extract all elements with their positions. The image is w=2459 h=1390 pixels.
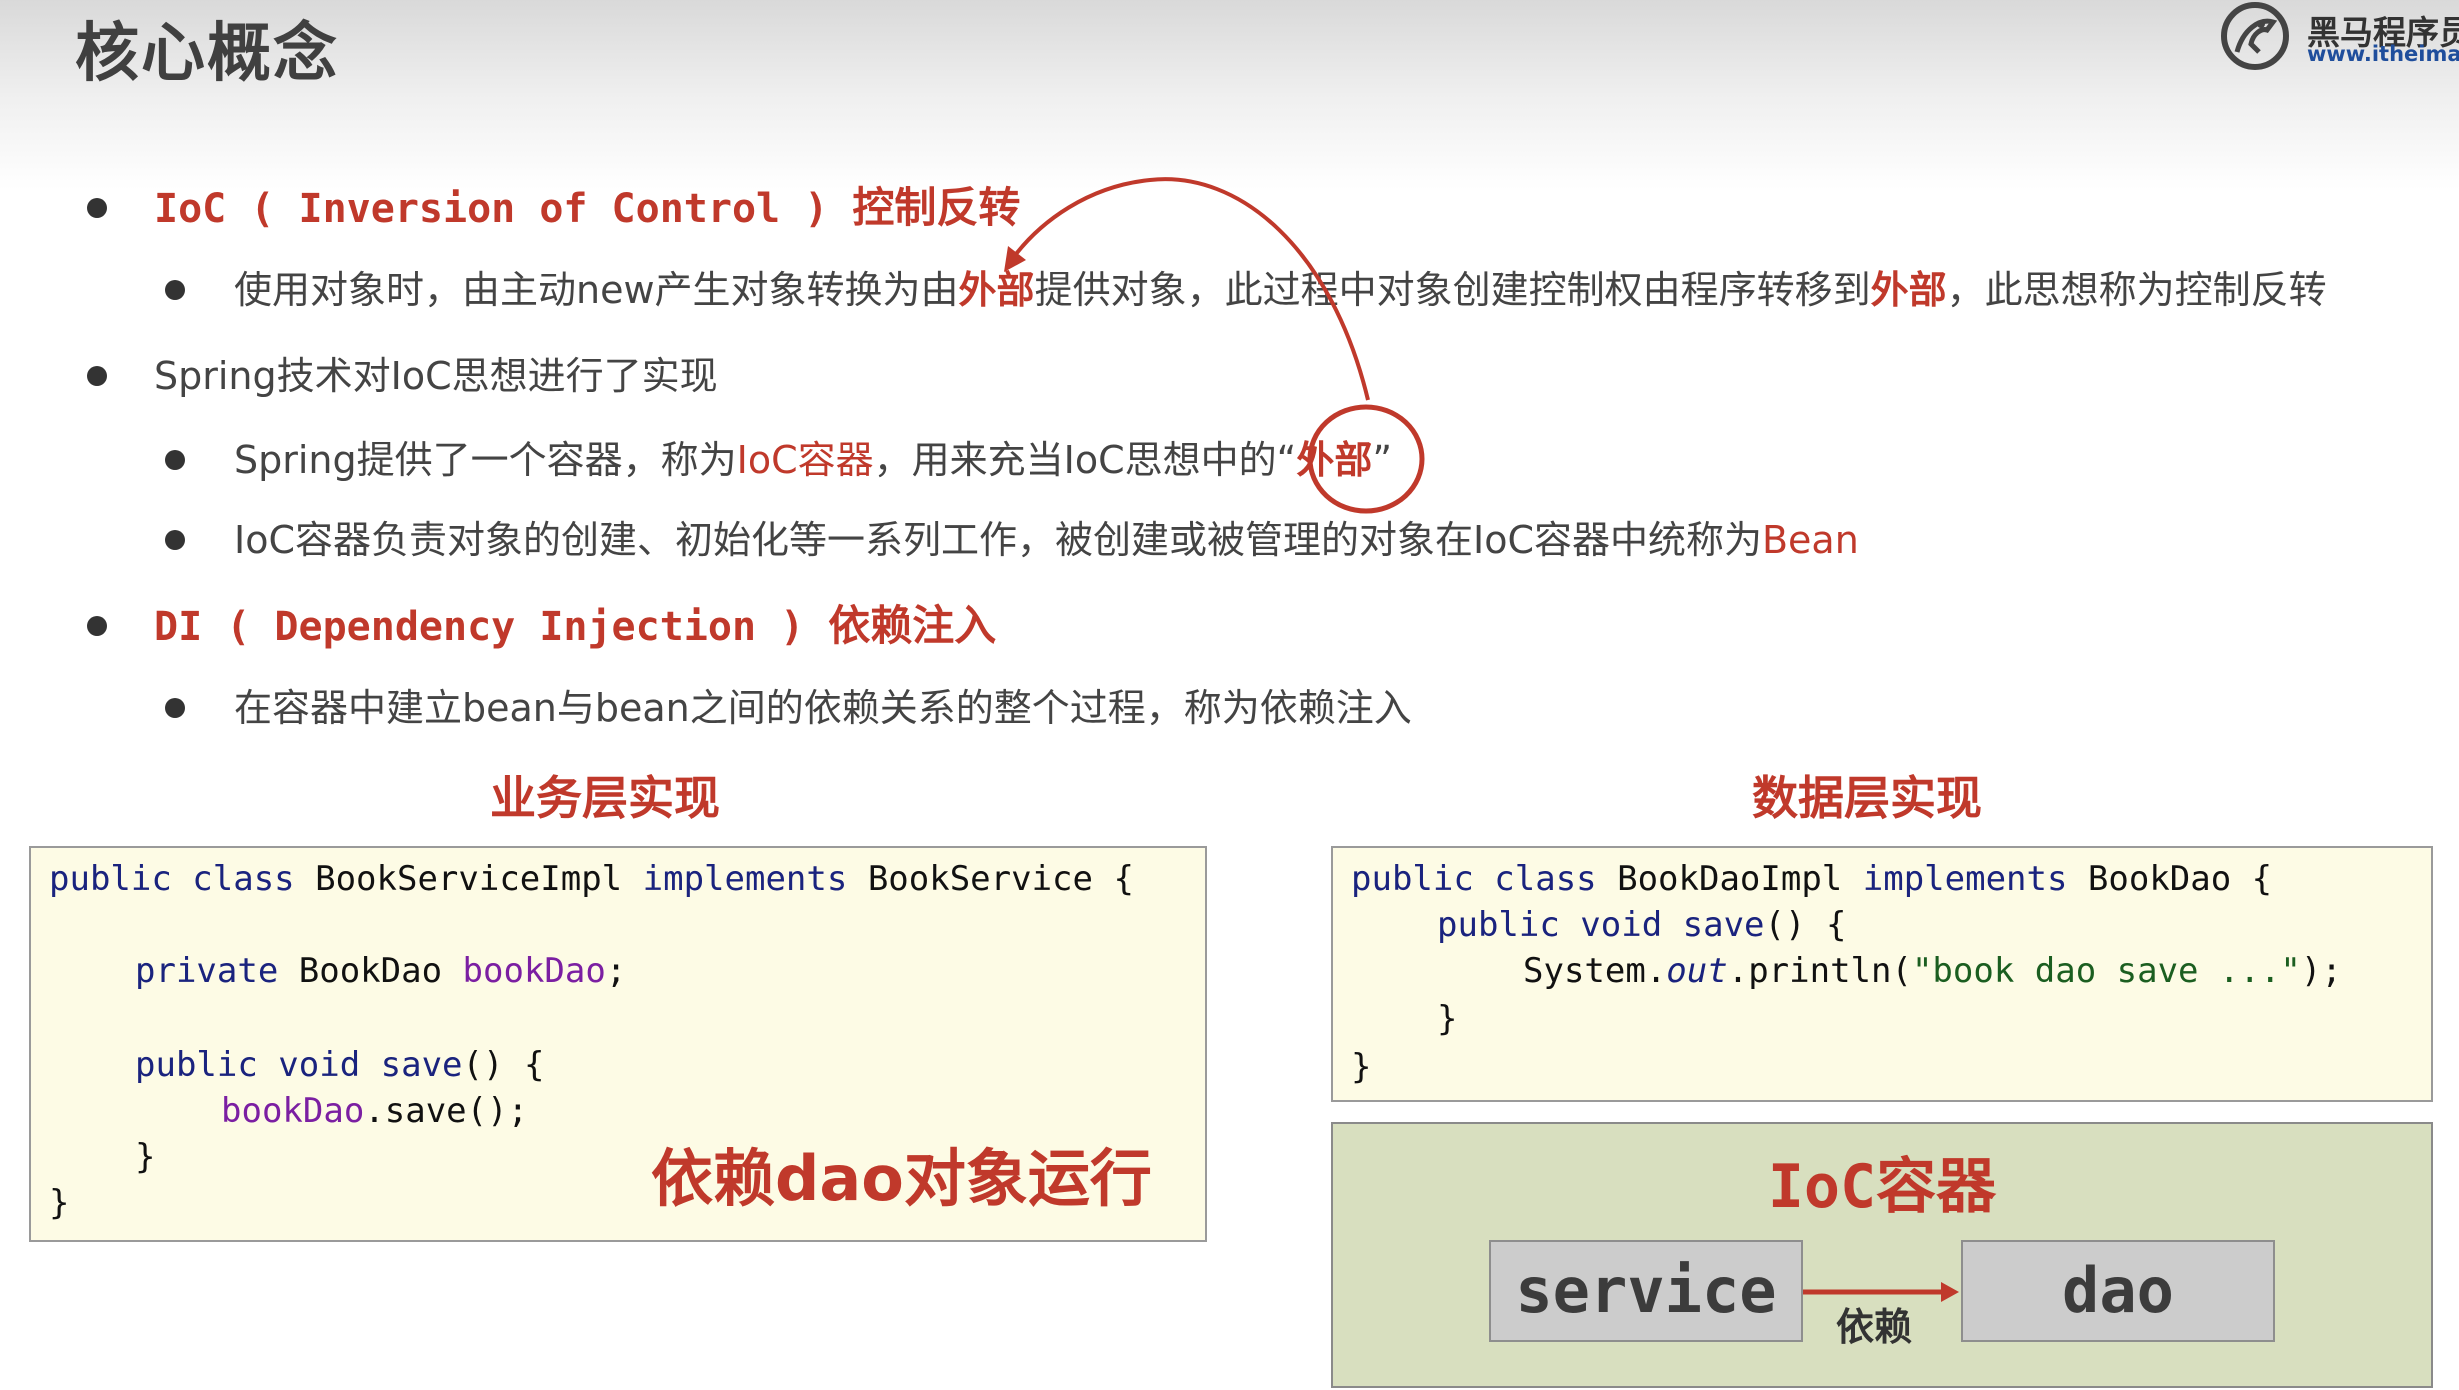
bullet-spring-bean: IoC容器负责对象的创建、初始化等一系列工作，被创建或被管理的对象在IoC容器中… — [165, 516, 1859, 564]
dao-section-title: 数据层实现 — [1752, 771, 1982, 825]
header-band — [0, 0, 2459, 190]
bullet-dot — [165, 450, 185, 470]
code-line: public void save() { — [1437, 905, 1847, 945]
spring-heading: Spring技术对IoC思想进行了实现 — [154, 354, 718, 398]
di-description: 在容器中建立bean与bean之间的依赖关系的整个过程，称为依赖注入 — [234, 686, 1412, 730]
ioc-desc-outer: 外部 — [958, 268, 1035, 312]
code-line: public class BookDaoImpl implements Book… — [1351, 859, 2273, 899]
spring-sub-text: ” — [1372, 438, 1393, 482]
bullet-dot — [87, 198, 107, 218]
bullet-di-description: 在容器中建立bean与bean之间的依赖关系的整个过程，称为依赖注入 — [165, 684, 1412, 732]
code-line: } — [49, 1183, 70, 1223]
bullet-dot — [87, 366, 107, 386]
dependency-label: 依赖 — [1836, 1305, 1913, 1349]
bullet-spring-container: Spring提供了一个容器，称为IoC容器，用来充当IoC思想中的“外部” — [165, 436, 1393, 484]
code-line: bookDao.save(); — [221, 1091, 529, 1131]
bullet-ioc-heading: IoC ( Inversion of Control ) 控制反转 — [87, 183, 1021, 233]
code-line: } — [1437, 999, 1458, 1039]
outer-term: 外部 — [1296, 438, 1373, 482]
code-line: public class BookServiceImpl implements … — [49, 859, 1134, 899]
bullet-di-heading: DI ( Dependency Injection ) 依赖注入 — [87, 601, 997, 651]
dependency-callout: 依赖dao对象运行 — [651, 1142, 1152, 1215]
code-line: System.out.println("book dao save ..."); — [1523, 951, 2342, 991]
ioc-desc-part: ，此思想称为控制反转 — [1946, 268, 2327, 312]
ioc-desc-part: 提供对象，此过程中对象创建控制权由程序转移到 — [1034, 268, 1871, 312]
itheima-logo-icon — [2221, 2, 2289, 70]
logo: 黑马程序员 www.itheima.com — [2215, 0, 2459, 72]
ioc-container-diagram: IoC容器 service dao 依赖 — [1331, 1122, 2433, 1388]
service-section-title: 业务层实现 — [490, 771, 720, 825]
ioc-desc-outer: 外部 — [1870, 268, 1947, 312]
bullet-dot — [165, 698, 185, 718]
spring-sub-text: ，用来充当IoC思想中的“ — [873, 438, 1297, 482]
bullet-spring-heading: Spring技术对IoC思想进行了实现 — [87, 352, 718, 400]
code-line: } — [135, 1137, 156, 1177]
bullet-dot — [165, 530, 185, 550]
bullet-ioc-description: 使用对象时，由主动new产生对象转换为由外部提供对象，此过程中对象创建控制权由程… — [165, 266, 2327, 314]
dao-code-block: public class BookDaoImpl implements Book… — [1331, 846, 2433, 1102]
spring-sub-text: Spring提供了一个容器，称为 — [234, 438, 737, 482]
bean-term: Bean — [1761, 518, 1859, 562]
ioc-container-term: IoC容器 — [736, 438, 874, 482]
bullet-dot — [87, 616, 107, 636]
ioc-desc-part: 使用对象时，由主动new产生对象转换为由 — [234, 268, 959, 312]
code-line: } — [1351, 1047, 1372, 1087]
service-code-block: public class BookServiceImpl implements … — [29, 846, 1207, 1242]
ioc-heading-cn: 控制反转 — [852, 183, 1021, 232]
spring-sub-text: IoC容器负责对象的创建、初始化等一系列工作，被创建或被管理的对象在IoC容器中… — [234, 518, 1762, 562]
di-heading-en: DI ( Dependency Injection ) — [154, 604, 829, 650]
code-line: public void save() { — [135, 1045, 545, 1085]
logo-url-text: www.itheima.com — [2307, 42, 2459, 66]
bullet-dot — [165, 280, 185, 300]
page-title: 核心概念 — [75, 17, 339, 91]
code-line: private BookDao bookDao; — [135, 951, 627, 991]
di-heading-cn: 依赖注入 — [828, 601, 997, 650]
ioc-heading-en: IoC ( Inversion of Control ) — [154, 186, 853, 232]
